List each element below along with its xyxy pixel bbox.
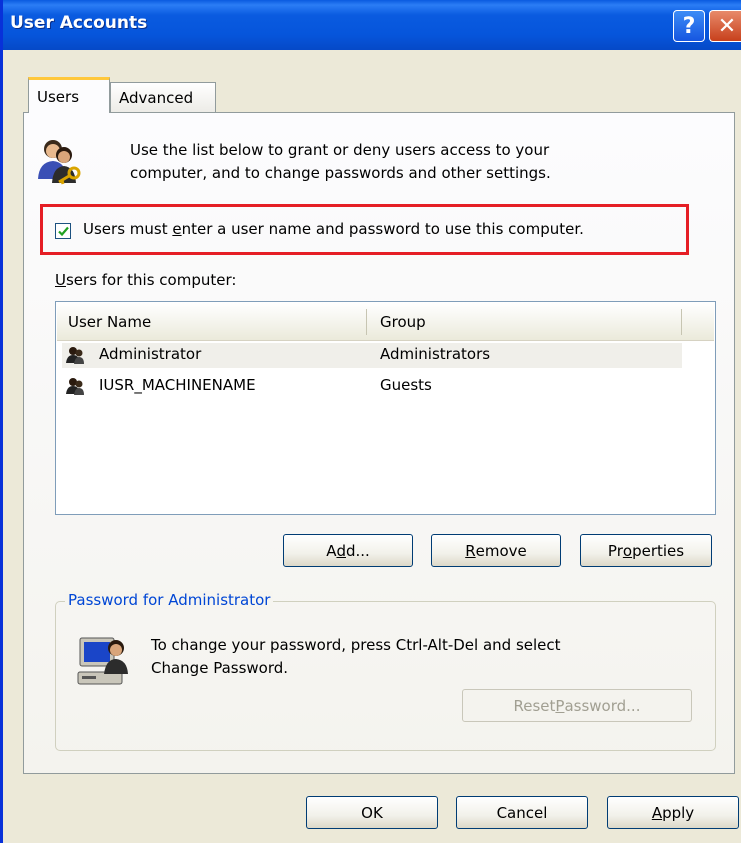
password-group-title: Password for Administrator bbox=[65, 591, 274, 609]
list-item[interactable]: IUSR_MACHINENAME Guests bbox=[62, 374, 682, 399]
tab-advanced[interactable]: Advanced bbox=[110, 82, 216, 113]
users-keys-icon bbox=[38, 140, 81, 185]
column-header-group[interactable]: Group bbox=[380, 313, 426, 331]
intro-line-2: computer, and to change passwords and ot… bbox=[130, 164, 551, 182]
require-login-label[interactable]: Users must enter a user name and passwor… bbox=[83, 220, 584, 238]
intro-text: Use the list below to grant or deny user… bbox=[130, 139, 650, 185]
help-icon: ? bbox=[682, 13, 696, 39]
cancel-button[interactable]: Cancel bbox=[456, 796, 588, 829]
close-button[interactable]: ✕ bbox=[709, 10, 741, 42]
user-name: IUSR_MACHINENAME bbox=[99, 376, 256, 394]
user-name: Administrator bbox=[99, 345, 202, 363]
tab-advanced-label: Advanced bbox=[119, 89, 194, 107]
ok-button[interactable]: OK bbox=[306, 796, 438, 829]
checkmark-icon bbox=[58, 226, 69, 237]
reset-password-button[interactable]: Reset Password... bbox=[462, 689, 692, 722]
intro-line-1: Use the list below to grant or deny user… bbox=[130, 141, 550, 159]
tab-users-label: Users bbox=[37, 87, 80, 106]
title-bar[interactable]: User Accounts ? ✕ bbox=[3, 0, 741, 50]
user-group: Guests bbox=[380, 376, 432, 394]
tab-users[interactable]: Users bbox=[28, 77, 110, 113]
remove-button[interactable]: Remove bbox=[431, 534, 561, 567]
help-button[interactable]: ? bbox=[673, 10, 705, 42]
list-item[interactable]: Administrator Administrators bbox=[62, 343, 682, 368]
apply-button[interactable]: Apply bbox=[607, 796, 739, 829]
users-list[interactable]: User Name Group Administrator Administra… bbox=[55, 301, 716, 515]
user-group: Administrators bbox=[380, 345, 491, 363]
window-title: User Accounts bbox=[10, 13, 148, 33]
password-line-1: To change your password, press Ctrl-Alt-… bbox=[151, 636, 561, 654]
password-line-2: Change Password. bbox=[151, 659, 289, 677]
column-divider[interactable] bbox=[366, 309, 367, 335]
list-header: User Name Group bbox=[57, 303, 714, 341]
users-list-label: Users for this computer: bbox=[55, 271, 237, 289]
computer-user-icon bbox=[77, 637, 128, 685]
close-icon: ✕ bbox=[717, 13, 737, 39]
user-accounts-window: User Accounts ? ✕ Users Advanced Use the… bbox=[0, 0, 741, 843]
user-icon bbox=[66, 347, 84, 364]
add-button[interactable]: Ad d... bbox=[283, 534, 413, 567]
user-icon bbox=[66, 378, 84, 395]
column-header-user-name[interactable]: User Name bbox=[68, 313, 151, 331]
column-divider[interactable] bbox=[681, 309, 682, 335]
password-instructions: To change your password, press Ctrl-Alt-… bbox=[151, 634, 691, 680]
properties-button[interactable]: Pr o perties bbox=[580, 534, 712, 567]
require-login-checkbox[interactable] bbox=[55, 223, 71, 239]
